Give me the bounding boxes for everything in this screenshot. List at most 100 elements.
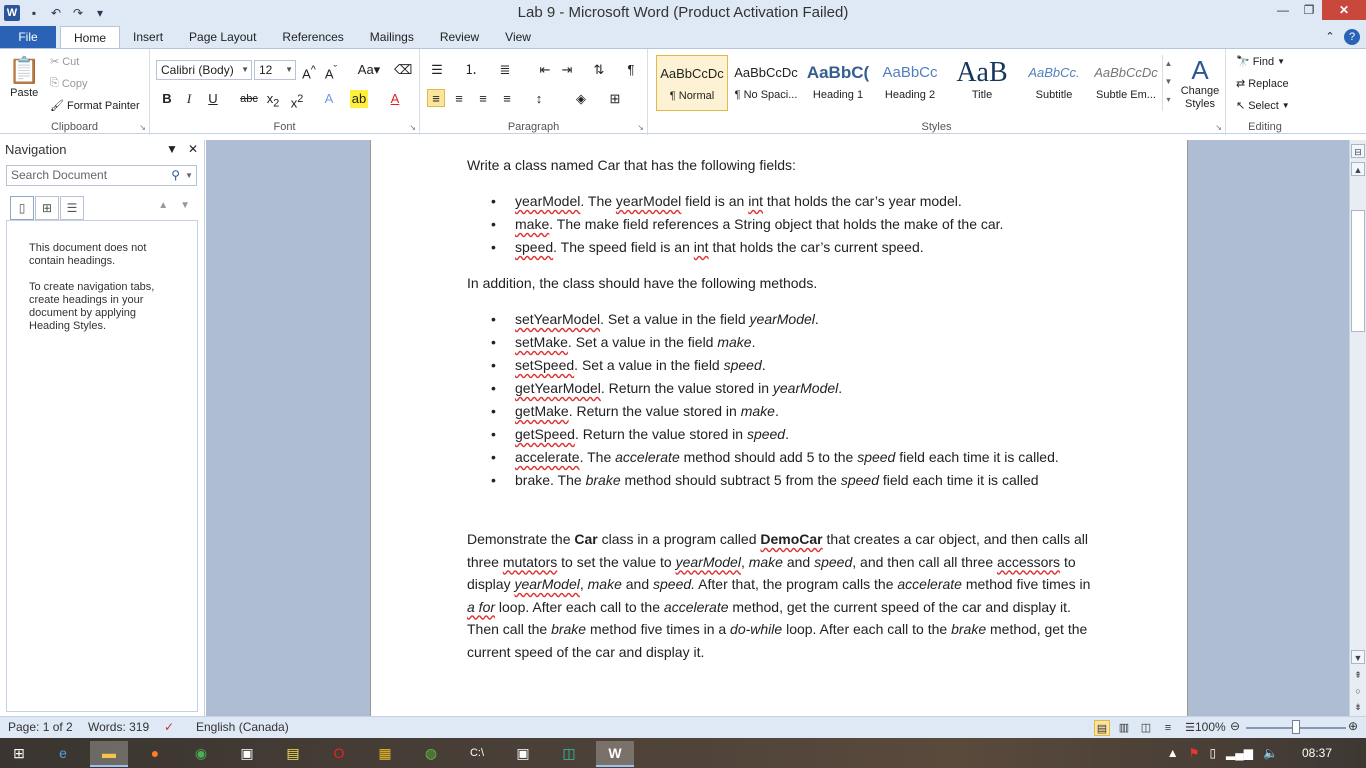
tab-page-layout[interactable]: Page Layout (176, 26, 269, 48)
help-icon[interactable]: ? (1344, 29, 1360, 45)
clock[interactable]: 08:37 (1302, 746, 1332, 760)
underline-icon[interactable]: U (204, 90, 222, 108)
word-logo-icon[interactable]: W (4, 5, 20, 21)
format-painter-button[interactable]: 🖌 Format Painter (50, 99, 140, 113)
next-heading-icon[interactable]: ▼ (180, 200, 190, 211)
highlight-icon[interactable]: ab (350, 90, 368, 108)
scroll-up-icon[interactable]: ▲ (1351, 162, 1365, 176)
replace-button[interactable]: ⇄ Replace (1236, 77, 1289, 91)
full-screen-reading-icon[interactable]: ▥ (1116, 720, 1132, 736)
style-heading-2[interactable]: AaBbCc Heading 2 (874, 55, 946, 111)
show-formatting-icon[interactable]: ¶ (622, 61, 640, 79)
align-left-icon[interactable]: ≡ (427, 89, 445, 107)
grow-font-icon[interactable]: A^ (300, 61, 318, 81)
close-pane-icon[interactable]: ✕ (188, 142, 198, 156)
align-center-icon[interactable]: ≡ (450, 90, 468, 108)
search-icon[interactable]: ⚲ (171, 166, 180, 185)
text-effects-icon[interactable]: A (320, 90, 338, 108)
cut-button[interactable]: ✂ Cut (50, 55, 79, 69)
file-explorer-icon[interactable]: ▬ (90, 741, 128, 767)
tab-file[interactable]: File (0, 26, 56, 48)
line-spacing-icon[interactable]: ↕ (530, 90, 548, 108)
shading-icon[interactable]: ◈ (572, 90, 590, 108)
redo-icon[interactable]: ↷ (70, 5, 86, 21)
customize-qat-icon[interactable]: ▾ (92, 5, 108, 21)
chevron-down-icon[interactable]: ▼ (185, 166, 193, 185)
proofing-icon[interactable]: ✓ (164, 720, 174, 734)
outline-icon[interactable]: ≡ (1160, 720, 1176, 736)
results-view-icon[interactable]: ☰ (60, 196, 84, 220)
style-subtitle[interactable]: AaBbCc. Subtitle (1018, 55, 1090, 111)
tab-mailings[interactable]: Mailings (357, 26, 427, 48)
change-styles-button[interactable]: A Change Styles (1178, 55, 1222, 111)
decrease-indent-icon[interactable]: ⇤ (536, 61, 554, 79)
vertical-scrollbar[interactable]: ⊟ ▲ ▼ ⇞ ○ ⇟ (1349, 140, 1366, 716)
minimize-button[interactable]: — (1270, 0, 1296, 20)
cmd-icon[interactable]: C:\ (458, 741, 496, 767)
styles-launcher-icon[interactable]: ↘ (1215, 123, 1222, 132)
app-icon[interactable]: ▣ (228, 741, 266, 767)
opera-icon[interactable]: O (320, 741, 358, 767)
paste-button[interactable]: 📋 Paste (8, 55, 40, 99)
style-title[interactable]: AaB Title (946, 55, 1018, 111)
clear-formatting-icon[interactable]: ⌫ (394, 61, 412, 79)
page-count[interactable]: Page: 1 of 2 (8, 720, 73, 734)
gallery-scroll[interactable]: ▲ ▼ ▾ (1162, 55, 1174, 111)
paragraph-launcher-icon[interactable]: ↘ (637, 123, 644, 132)
scroll-down-icon[interactable]: ▼ (1351, 650, 1365, 664)
change-case-icon[interactable]: Aa▾ (356, 61, 382, 79)
italic-icon[interactable]: I (180, 90, 198, 108)
style-normal[interactable]: AaBbCcDc ¶ Normal (656, 55, 728, 111)
bold-icon[interactable]: B (158, 90, 176, 108)
style-subtle-emphasis[interactable]: AaBbCcDc Subtle Em... (1090, 55, 1162, 111)
flag-icon[interactable]: ⚑ (1189, 746, 1200, 760)
style-heading-1[interactable]: AaBbC( Heading 1 (802, 55, 874, 111)
volume-icon[interactable]: 🔈 (1263, 746, 1278, 760)
align-right-icon[interactable]: ≡ (474, 90, 492, 108)
font-size-select[interactable]: 12 ▼ (254, 60, 296, 80)
select-button[interactable]: ↖ Select ▼ (1236, 99, 1290, 113)
style-no-spacing[interactable]: AaBbCcDc ¶ No Spaci... (730, 55, 802, 111)
find-button[interactable]: 🔭 Find ▼ (1236, 55, 1285, 69)
browse-object-icon[interactable]: ○ (1351, 684, 1365, 698)
headings-view-icon[interactable]: ▯ (10, 196, 34, 220)
search-document-input[interactable]: Search Document ⚲ ▼ (6, 165, 197, 186)
font-color-icon[interactable]: A (386, 90, 404, 108)
network-icon[interactable]: ▂▄▆ (1226, 746, 1253, 760)
tab-insert[interactable]: Insert (120, 26, 176, 48)
previous-page-icon[interactable]: ⇞ (1351, 668, 1365, 682)
font-launcher-icon[interactable]: ↘ (409, 123, 416, 132)
zoom-level[interactable]: 100% (1195, 720, 1226, 734)
superscript-icon[interactable]: x2 (288, 90, 306, 110)
minimize-ribbon-icon[interactable]: ⌃ (1322, 29, 1338, 45)
devtool-icon[interactable]: ◫ (550, 741, 588, 767)
tab-review[interactable]: Review (427, 26, 492, 48)
document-page[interactable]: Write a class named Car that has the fol… (370, 140, 1188, 716)
android-icon[interactable]: ◍ (412, 741, 450, 767)
zoom-slider-handle[interactable] (1292, 720, 1300, 734)
terminal-icon[interactable]: ▣ (504, 741, 542, 767)
bullets-icon[interactable]: ☰ (428, 61, 446, 79)
restore-button[interactable]: ❐ (1296, 0, 1322, 20)
word-taskbar-icon[interactable]: W (596, 741, 634, 767)
pane-options-icon[interactable]: ▼ (166, 142, 178, 156)
copy-button[interactable]: ⎘ Copy (50, 77, 88, 90)
zoom-out-icon[interactable]: ⊖ (1230, 719, 1240, 733)
previous-heading-icon[interactable]: ▲ (158, 200, 168, 211)
shrink-font-icon[interactable]: Aˇ (322, 61, 340, 81)
word-count[interactable]: Words: 319 (88, 720, 149, 734)
chrome-icon[interactable]: ◉ (182, 741, 220, 767)
clipboard-launcher-icon[interactable]: ↘ (139, 123, 146, 132)
numbering-icon[interactable]: ⒈ (462, 61, 480, 79)
ruler-toggle-icon[interactable]: ⊟ (1351, 144, 1365, 158)
sort-icon[interactable]: ⇅ (590, 61, 608, 79)
close-button[interactable]: ✕ (1322, 0, 1366, 20)
subscript-icon[interactable]: x2 (264, 90, 282, 110)
multilevel-list-icon[interactable]: ≣ (496, 61, 514, 79)
pages-view-icon[interactable]: ⊞ (35, 196, 59, 220)
zoom-in-icon[interactable]: ⊕ (1348, 719, 1358, 733)
justify-icon[interactable]: ≡ (498, 90, 516, 108)
tray-up-arrow-icon[interactable]: ▲ (1167, 746, 1179, 760)
borders-icon[interactable]: ⊞ (606, 90, 624, 108)
notes-icon[interactable]: ▤ (274, 741, 312, 767)
